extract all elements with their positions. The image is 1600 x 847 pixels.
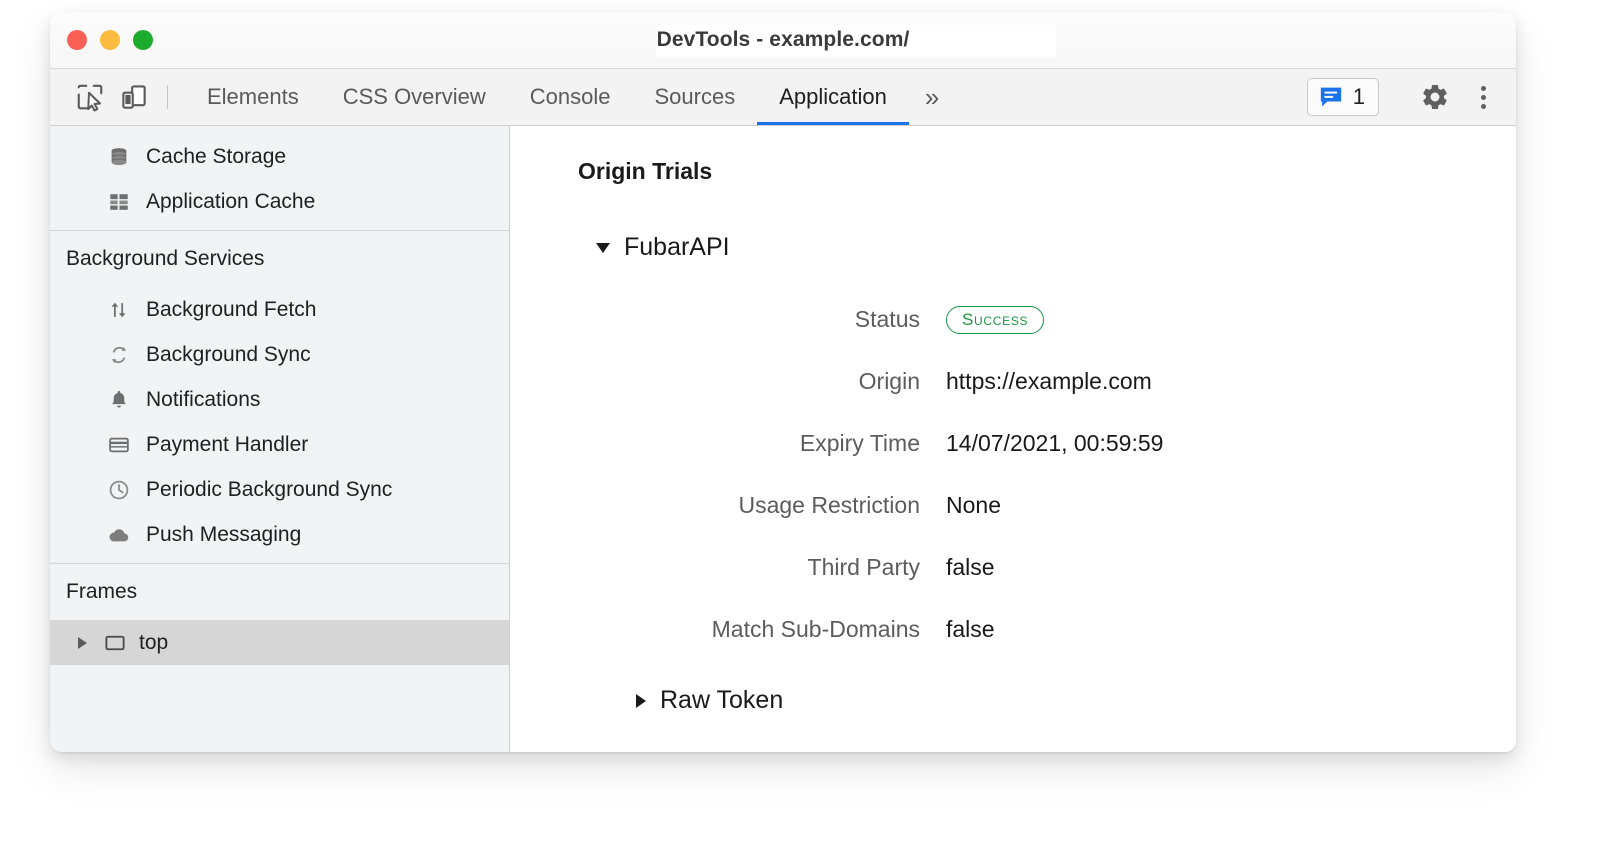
inspect-element-icon: [75, 82, 105, 112]
console-messages-button[interactable]: 1: [1307, 78, 1379, 116]
sidebar-item-notifications[interactable]: Notifications: [50, 377, 509, 422]
detail-label: Origin: [596, 368, 946, 395]
tab-console[interactable]: Console: [508, 69, 633, 125]
toolbar-right-group: 1: [1307, 69, 1504, 125]
sidebar-item-application-cache[interactable]: Application Cache: [50, 179, 509, 224]
table-grid-icon: [107, 190, 131, 214]
tab-elements[interactable]: Elements: [185, 69, 321, 125]
maximize-button[interactable]: [133, 30, 153, 50]
trial-detail-list: Status Success Origin https://example.co…: [596, 288, 1516, 660]
chevron-right-icon[interactable]: [78, 637, 87, 649]
detail-value: false: [946, 616, 995, 643]
sidebar-item-label: Application Cache: [146, 190, 315, 214]
inspect-element-button[interactable]: [68, 69, 112, 125]
devtools-window: DevTools - example.com/ Elements CSS Ove…: [50, 12, 1516, 752]
detail-label: Match Sub-Domains: [596, 616, 946, 643]
sidebar-section-header-frames: Frames: [50, 564, 509, 620]
status-badge: Success: [946, 306, 1044, 334]
sidebar-item-payment-handler[interactable]: Payment Handler: [50, 422, 509, 467]
sidebar-item-label: Background Sync: [146, 343, 311, 367]
detail-label: Status: [596, 306, 946, 333]
sidebar-item-label: Push Messaging: [146, 523, 301, 547]
detail-value: false: [946, 554, 995, 581]
sidebar-item-periodic-background-sync[interactable]: Periodic Background Sync: [50, 467, 509, 512]
clock-icon: [107, 478, 131, 502]
title-url-highlight: [656, 25, 1056, 57]
sidebar-item-background-sync[interactable]: Background Sync: [50, 332, 509, 377]
frame-icon: [103, 631, 127, 655]
message-count: 1: [1353, 86, 1365, 108]
detail-label: Third Party: [596, 554, 946, 581]
devtools-toolbar: Elements CSS Overview Console Sources Ap…: [50, 69, 1516, 126]
detail-row-origin: Origin https://example.com: [596, 350, 1516, 412]
tab-label: Elements: [207, 84, 299, 110]
detail-row-match-sub-domains: Match Sub-Domains false: [596, 598, 1516, 660]
sidebar-item-label: Background Fetch: [146, 298, 316, 322]
detail-label: Usage Restriction: [596, 492, 946, 519]
sidebar-item-background-fetch[interactable]: Background Fetch: [50, 287, 509, 332]
sync-refresh-icon: [107, 343, 131, 367]
trial-expander-fubarapi[interactable]: FubarAPI: [596, 233, 1516, 262]
sidebar-item-label: top: [139, 631, 168, 655]
sidebar-section-storage: Cache Storage Application Cache: [50, 126, 509, 231]
kebab-menu-icon: [1481, 86, 1486, 109]
settings-button[interactable]: [1414, 76, 1456, 118]
credit-card-icon: [107, 433, 131, 457]
sidebar-section-frames: Frames top: [50, 564, 509, 665]
devtools-body: Cache Storage Application Cache: [50, 126, 1516, 752]
panel-tabs: Elements CSS Overview Console Sources Ap…: [185, 69, 955, 125]
detail-row-expiry-time: Expiry Time 14/07/2021, 00:59:59: [596, 412, 1516, 474]
raw-token-label: Raw Token: [660, 686, 783, 715]
tab-css-overview[interactable]: CSS Overview: [321, 69, 508, 125]
sidebar-section-header-background-services: Background Services: [50, 231, 509, 287]
detail-row-status: Status Success: [596, 288, 1516, 350]
tab-label: Console: [530, 84, 611, 110]
tab-label: Sources: [654, 84, 735, 110]
tab-application[interactable]: Application: [757, 69, 909, 125]
toolbar-divider: [167, 85, 168, 109]
origin-trials-panel: Origin Trials FubarAPI Status Success Or…: [510, 126, 1516, 752]
detail-row-usage-restriction: Usage Restriction None: [596, 474, 1516, 536]
sidebar-item-cache-storage[interactable]: Cache Storage: [50, 134, 509, 179]
more-tabs-button[interactable]: »: [909, 69, 955, 125]
tab-label: Application: [779, 84, 887, 110]
traffic-lights: [67, 30, 153, 50]
device-toolbar-icon: [119, 82, 149, 112]
detail-value: https://example.com: [946, 368, 1152, 395]
bell-icon: [107, 388, 131, 412]
detail-value: Success: [946, 304, 1044, 334]
up-down-arrows-icon: [107, 298, 131, 322]
tab-sources[interactable]: Sources: [632, 69, 757, 125]
sidebar-section-background-services: Background Services Background Fetch: [50, 231, 509, 564]
raw-token-expander[interactable]: Raw Token: [636, 686, 1516, 715]
sidebar-item-label: Cache Storage: [146, 145, 286, 169]
chevron-double-right-icon: »: [925, 82, 939, 113]
page-title: Origin Trials: [578, 158, 1516, 185]
more-options-button[interactable]: [1462, 76, 1504, 118]
detail-label: Expiry Time: [596, 430, 946, 457]
chevron-down-icon[interactable]: [596, 243, 610, 253]
application-sidebar[interactable]: Cache Storage Application Cache: [50, 126, 510, 752]
detail-value: None: [946, 492, 1001, 519]
sidebar-item-push-messaging[interactable]: Push Messaging: [50, 512, 509, 557]
window-title-bar: DevTools - example.com/: [50, 12, 1516, 69]
sidebar-item-top-frame[interactable]: top: [50, 620, 509, 665]
chevron-right-icon[interactable]: [636, 694, 646, 708]
detail-value: 14/07/2021, 00:59:59: [946, 430, 1163, 457]
trial-name: FubarAPI: [624, 233, 730, 262]
detail-row-third-party: Third Party false: [596, 536, 1516, 598]
cloud-icon: [107, 523, 131, 547]
device-toolbar-button[interactable]: [112, 69, 156, 125]
sidebar-item-label: Notifications: [146, 388, 260, 412]
sidebar-item-label: Payment Handler: [146, 433, 308, 457]
sidebar-item-label: Periodic Background Sync: [146, 478, 392, 502]
database-icon: [107, 145, 131, 169]
tab-label: CSS Overview: [343, 84, 486, 110]
close-button[interactable]: [67, 30, 87, 50]
message-bubble-icon: [1318, 84, 1344, 110]
gear-icon: [1420, 82, 1450, 112]
minimize-button[interactable]: [100, 30, 120, 50]
